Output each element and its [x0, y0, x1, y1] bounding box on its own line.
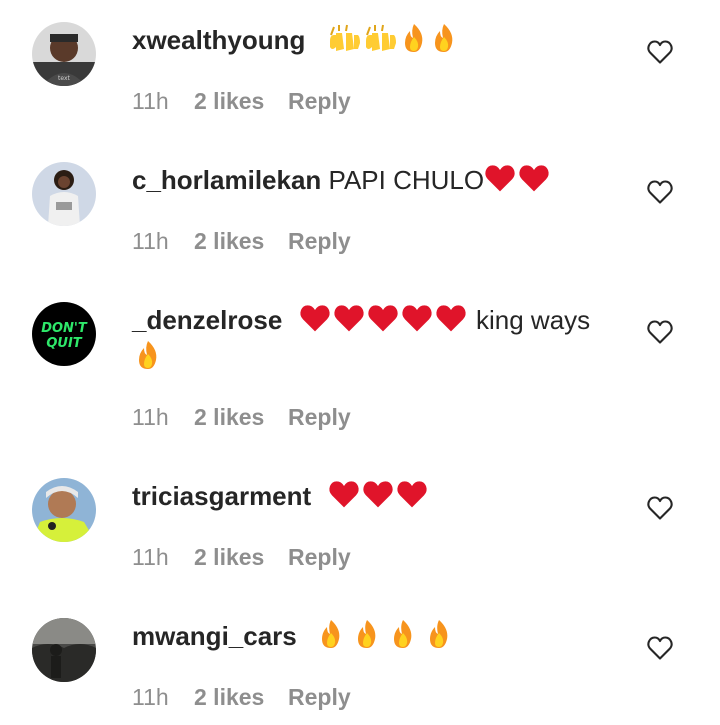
- avatar[interactable]: text: [32, 22, 96, 86]
- avatar[interactable]: DON'T QUIT: [32, 302, 96, 366]
- comment-meta: 11h 2 likes Reply: [132, 226, 351, 256]
- like-heart-icon[interactable]: [646, 178, 674, 206]
- fire-emoji: [430, 23, 458, 53]
- like-heart-icon[interactable]: [646, 634, 674, 662]
- comment-time: 11h: [132, 684, 169, 710]
- comment-username[interactable]: xwealthyoung: [132, 25, 305, 55]
- like-heart-icon[interactable]: [646, 318, 674, 346]
- comment-likes[interactable]: 2 likes: [194, 542, 288, 572]
- comment-likes[interactable]: 2 likes: [194, 682, 288, 712]
- comment-username[interactable]: mwangi_cars: [132, 621, 297, 651]
- raising-hands-emoji: [364, 23, 398, 53]
- red-heart-emoji: [518, 163, 550, 193]
- avatar[interactable]: [32, 478, 96, 542]
- like-heart-icon[interactable]: [646, 38, 674, 66]
- fire-emoji: [389, 619, 417, 649]
- raising-hands-emoji: [328, 23, 362, 53]
- avatar-text: DON'T: [41, 321, 88, 336]
- avatar[interactable]: [32, 162, 96, 226]
- red-heart-emoji: [401, 303, 433, 333]
- comment-line: [134, 340, 164, 371]
- comment-time: 11h: [132, 228, 169, 254]
- red-heart-emoji: [299, 303, 331, 333]
- comment-text: PAPI CHULO: [328, 165, 485, 195]
- comment-meta: 11h 2 likes Reply: [132, 402, 351, 432]
- reply-button[interactable]: Reply: [288, 542, 351, 572]
- red-heart-emoji: [328, 479, 360, 509]
- red-heart-emoji: [396, 479, 428, 509]
- comment-time: 11h: [132, 88, 169, 114]
- comment-likes[interactable]: 2 likes: [194, 226, 288, 256]
- comment-meta: 11h 2 likes Reply: [132, 86, 351, 116]
- fire-emoji: [353, 619, 381, 649]
- red-heart-emoji: [367, 303, 399, 333]
- comment-likes[interactable]: 2 likes: [194, 86, 288, 116]
- avatar-text: QUIT: [46, 336, 82, 351]
- fire-emoji: [134, 340, 162, 370]
- fire-emoji: [317, 619, 345, 649]
- comment-likes[interactable]: 2 likes: [194, 402, 288, 432]
- comment-username[interactable]: c_horlamilekan: [132, 165, 321, 195]
- comment-username[interactable]: triciasgarment: [132, 481, 311, 511]
- red-heart-emoji: [435, 303, 467, 333]
- red-heart-emoji: [333, 303, 365, 333]
- comment-line: xwealthyoung: [132, 22, 460, 58]
- red-heart-emoji: [484, 163, 516, 193]
- reply-button[interactable]: Reply: [288, 682, 351, 712]
- comment-line: triciasgarment: [132, 478, 430, 514]
- comment-line: _denzelrose king ways: [132, 302, 590, 338]
- avatar[interactable]: [32, 618, 96, 682]
- like-heart-icon[interactable]: [646, 494, 674, 522]
- fire-emoji: [425, 619, 453, 649]
- comment-line: c_horlamilekan PAPI CHULO: [132, 162, 552, 198]
- reply-button[interactable]: Reply: [288, 226, 351, 256]
- comment-line: mwangi_cars: [132, 618, 455, 654]
- svg-text:text: text: [58, 75, 70, 82]
- fire-emoji: [400, 23, 428, 53]
- comment-time: 11h: [132, 404, 169, 430]
- comment-text: king ways: [476, 305, 591, 335]
- comment-time: 11h: [132, 544, 169, 570]
- red-heart-emoji: [362, 479, 394, 509]
- reply-button[interactable]: Reply: [288, 86, 351, 116]
- comment-username[interactable]: _denzelrose: [132, 305, 282, 335]
- reply-button[interactable]: Reply: [288, 402, 351, 432]
- comment-meta: 11h 2 likes Reply: [132, 682, 351, 712]
- comment-meta: 11h 2 likes Reply: [132, 542, 351, 572]
